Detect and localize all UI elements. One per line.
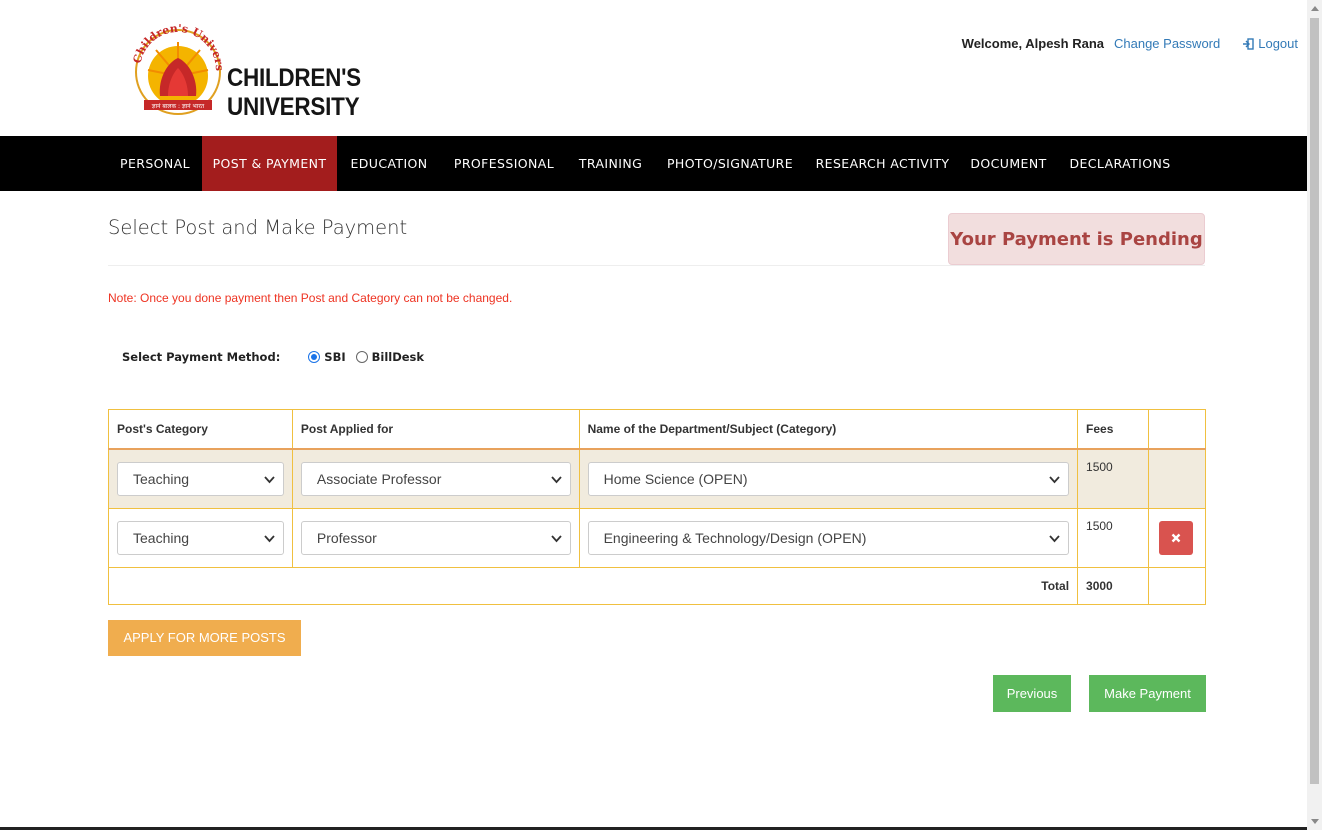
logout-icon bbox=[1243, 37, 1254, 50]
logout-label: Logout bbox=[1258, 36, 1298, 51]
payment-method-group: Select Payment Method: SBI BillDesk bbox=[122, 350, 434, 364]
chevron-down-icon bbox=[550, 475, 562, 483]
scroll-down-icon[interactable] bbox=[1311, 819, 1319, 824]
radio-option-sbi[interactable]: SBI bbox=[308, 350, 346, 364]
department-select-value: Engineering & Technology/Design (OPEN) bbox=[603, 530, 867, 546]
nav-training[interactable]: TRAINING bbox=[567, 136, 654, 191]
table-row: Teaching Professor Engineering & Technol… bbox=[108, 508, 1207, 568]
header-department: Name of the Department/Subject (Category… bbox=[578, 409, 1079, 450]
chevron-down-icon bbox=[1049, 534, 1060, 542]
category-select-value: Teaching bbox=[133, 530, 190, 546]
category-select-value: Teaching bbox=[133, 471, 190, 487]
table-row: Teaching Associate Professor Home Scienc… bbox=[108, 448, 1207, 509]
nav-post-payment[interactable]: POST & PAYMENT bbox=[202, 136, 337, 191]
university-emblem-icon: Children's University ज्ञानं बालक : ज्ञा… bbox=[130, 18, 226, 115]
main-nav: PERSONAL POST & PAYMENT EDUCATION PROFES… bbox=[0, 136, 1307, 191]
total-value: 3000 bbox=[1077, 567, 1149, 605]
previous-button[interactable]: Previous bbox=[993, 675, 1071, 712]
chevron-down-icon bbox=[264, 475, 275, 483]
delete-row-button[interactable] bbox=[1158, 521, 1193, 555]
department-select[interactable]: Engineering & Technology/Design (OPEN) bbox=[587, 521, 1070, 555]
fee-value: 1500 bbox=[1077, 508, 1149, 568]
close-icon bbox=[1171, 533, 1181, 543]
fee-value: 1500 bbox=[1077, 448, 1149, 509]
nav-research-activity[interactable]: RESEARCH ACTIVITY bbox=[806, 136, 959, 191]
page-title: Select Post and Make Payment bbox=[108, 216, 408, 239]
nav-professional[interactable]: PROFESSIONAL bbox=[441, 136, 567, 191]
billdesk-label: BillDesk bbox=[371, 350, 425, 364]
user-links: Welcome, Alpesh Rana Change Password Log… bbox=[962, 36, 1298, 51]
category-select[interactable]: Teaching bbox=[117, 462, 284, 496]
sbi-radio[interactable] bbox=[308, 351, 321, 363]
svg-text:ज्ञानं बालक : ज्ञानं भारत: ज्ञानं बालक : ज्ञानं भारत bbox=[152, 103, 205, 110]
table-header-row: Post's Category Post Applied for Name of… bbox=[108, 409, 1207, 450]
header-action bbox=[1147, 409, 1207, 450]
scrollbar-thumb[interactable] bbox=[1310, 18, 1319, 784]
action-cell-empty bbox=[1147, 448, 1207, 509]
total-label: Total bbox=[107, 567, 1079, 605]
vertical-scrollbar[interactable] bbox=[1307, 0, 1322, 830]
nav-photo-signature[interactable]: PHOTO/SIGNATURE bbox=[654, 136, 806, 191]
post-table: Post's Category Post Applied for Name of… bbox=[107, 409, 1207, 605]
chevron-down-icon bbox=[550, 534, 562, 542]
nav-declarations[interactable]: DECLARATIONS bbox=[1058, 136, 1182, 191]
sbi-label: SBI bbox=[324, 350, 346, 364]
post-select[interactable]: Associate Professor bbox=[300, 462, 571, 496]
header-post-category: Post's Category bbox=[108, 409, 293, 450]
total-row: Total 3000 bbox=[107, 567, 1207, 605]
category-select[interactable]: Teaching bbox=[117, 521, 284, 555]
post-select-value: Associate Professor bbox=[316, 471, 442, 487]
logo-title: CHILDREN'S UNIVERSITY bbox=[227, 64, 361, 121]
apply-more-posts-button[interactable]: APPLY FOR MORE POSTS bbox=[108, 620, 301, 656]
payment-pending-alert: Your Payment is Pending bbox=[948, 213, 1205, 265]
department-select[interactable]: Home Science (OPEN) bbox=[587, 462, 1070, 496]
chevron-down-icon bbox=[1049, 475, 1060, 483]
billdesk-radio[interactable] bbox=[355, 351, 368, 363]
welcome-text: Welcome, Alpesh Rana bbox=[961, 36, 1104, 51]
post-select-value: Professor bbox=[316, 530, 377, 546]
payment-note: Note: Once you done payment then Post an… bbox=[108, 291, 513, 305]
logo[interactable]: Children's University ज्ञानं बालक : ज्ञा… bbox=[130, 18, 470, 128]
make-payment-button[interactable]: Make Payment bbox=[1089, 675, 1206, 712]
payment-method-label: Select Payment Method: bbox=[122, 350, 281, 364]
post-select[interactable]: Professor bbox=[300, 521, 571, 555]
change-password-link[interactable]: Change Password bbox=[1114, 36, 1220, 51]
scroll-up-icon[interactable] bbox=[1311, 6, 1319, 11]
nav-document[interactable]: DOCUMENT bbox=[959, 136, 1058, 191]
header-fees: Fees bbox=[1077, 409, 1149, 450]
header-post-applied: Post Applied for bbox=[291, 409, 580, 450]
radio-option-billdesk[interactable]: BillDesk bbox=[355, 350, 425, 364]
nav-education[interactable]: EDUCATION bbox=[337, 136, 441, 191]
divider bbox=[108, 265, 1205, 266]
logout-link[interactable]: Logout bbox=[1242, 36, 1298, 51]
nav-personal[interactable]: PERSONAL bbox=[108, 136, 202, 191]
chevron-down-icon bbox=[264, 534, 275, 542]
department-select-value: Home Science (OPEN) bbox=[603, 471, 748, 487]
